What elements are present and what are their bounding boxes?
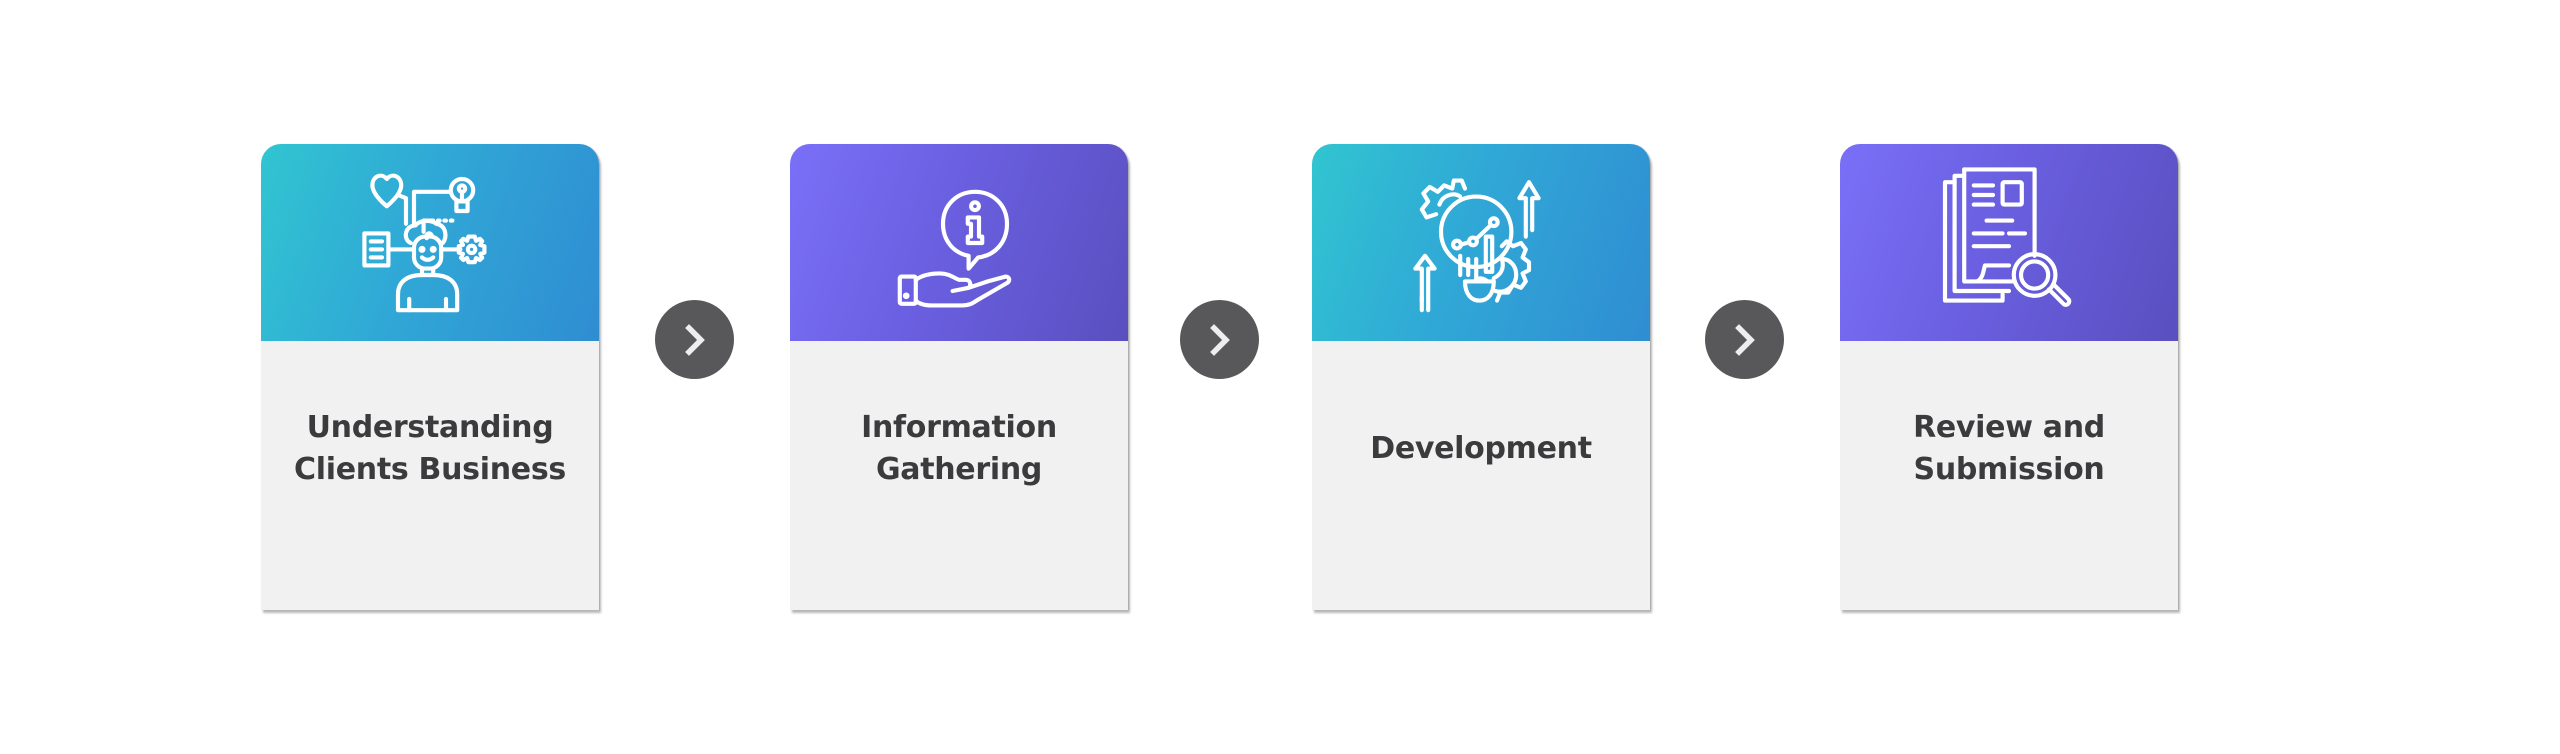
step-card-development: Development xyxy=(1312,144,1650,610)
step-title-line: Submission xyxy=(1913,452,2105,487)
step-title-line: Understanding xyxy=(306,410,554,445)
step-title-line: Information xyxy=(861,410,1057,445)
step-title-line: Review and xyxy=(1913,410,2105,445)
step-card-body: Development xyxy=(1312,341,1650,610)
chevron-right-icon xyxy=(1734,323,1755,356)
step-card-header xyxy=(790,144,1128,341)
step-title-line: Clients Business xyxy=(294,452,566,487)
step-card-body: Information Gathering xyxy=(790,341,1128,610)
document-review-icon xyxy=(1942,166,2072,307)
step-card-body: Review and Submission xyxy=(1840,341,2178,610)
step-card-information-gathering: Information Gathering xyxy=(790,144,1128,610)
step-title: Information Gathering xyxy=(790,407,1128,491)
customer-insight-icon xyxy=(362,173,487,312)
step-title: Understanding Clients Business xyxy=(261,407,599,491)
next-step-arrow-button[interactable] xyxy=(1180,300,1259,379)
step-card-understanding-clients-business: Understanding Clients Business xyxy=(261,144,599,610)
next-step-arrow-button[interactable] xyxy=(1705,300,1784,379)
hand-info-icon xyxy=(897,189,1012,307)
step-card-header xyxy=(1312,144,1650,341)
step-card-review-and-submission: Review and Submission xyxy=(1840,144,2178,610)
development-growth-icon xyxy=(1413,178,1541,312)
step-card-header xyxy=(261,144,599,341)
chevron-right-icon xyxy=(1209,323,1230,356)
chevron-right-icon xyxy=(684,323,705,356)
step-title: Review and Submission xyxy=(1840,407,2178,491)
step-card-body: Understanding Clients Business xyxy=(261,341,599,610)
step-title-line: Gathering xyxy=(875,452,1043,487)
step-title: Development xyxy=(1312,428,1650,470)
next-step-arrow-button[interactable] xyxy=(655,300,734,379)
step-card-header xyxy=(1840,144,2178,341)
step-title-line: Development xyxy=(1370,431,1592,466)
